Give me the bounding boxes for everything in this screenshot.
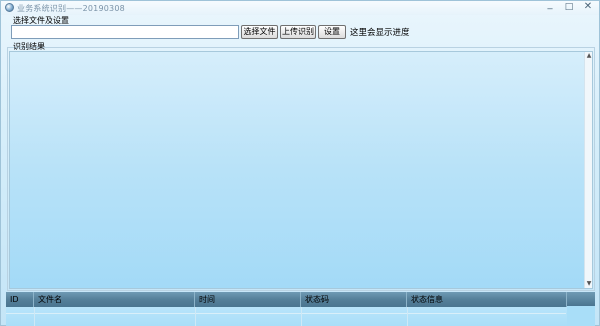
column-header-status-message[interactable]: 状态信息: [407, 292, 567, 307]
maximize-icon[interactable]: □: [562, 1, 576, 13]
result-textarea[interactable]: ▲ ▼: [9, 51, 593, 289]
settings-button[interactable]: 设置: [318, 25, 346, 39]
window-title: 业务系统识别——20190308: [17, 4, 125, 13]
table-header: ID 文件名 时间 状态码 状态信息: [6, 292, 595, 307]
select-file-button[interactable]: 选择文件: [241, 25, 278, 39]
app-globe-icon: [5, 3, 14, 12]
file-path-input[interactable]: [11, 25, 239, 39]
column-divider: [407, 307, 408, 326]
result-table[interactable]: ID 文件名 时间 状态码 状态信息: [6, 292, 595, 326]
close-icon[interactable]: ✕: [581, 1, 595, 13]
minimize-icon[interactable]: _: [543, 0, 557, 11]
scroll-down-icon[interactable]: ▼: [585, 280, 593, 288]
column-divider: [34, 307, 35, 326]
scroll-up-icon[interactable]: ▲: [585, 52, 593, 60]
column-header-id[interactable]: ID: [6, 292, 34, 307]
column-divider: [301, 307, 302, 326]
column-header-filename[interactable]: 文件名: [34, 292, 195, 307]
upload-recognize-button[interactable]: 上传识别: [280, 25, 316, 39]
title-bar[interactable]: 业务系统识别——20190308 _ □ ✕: [1, 0, 599, 15]
column-header-time[interactable]: 时间: [195, 292, 301, 307]
table-scrollbar[interactable]: [567, 292, 595, 326]
main-window: 业务系统识别——20190308 _ □ ✕ 选择文件及设置 选择文件 上传识别…: [0, 0, 600, 326]
column-header-status-code[interactable]: 状态码: [301, 292, 407, 307]
table-body[interactable]: [6, 307, 595, 326]
column-divider: [195, 307, 196, 326]
progress-text: 这里会显示进度: [350, 28, 410, 38]
table-row-divider: [6, 313, 566, 314]
result-scrollbar[interactable]: ▲ ▼: [584, 52, 592, 288]
